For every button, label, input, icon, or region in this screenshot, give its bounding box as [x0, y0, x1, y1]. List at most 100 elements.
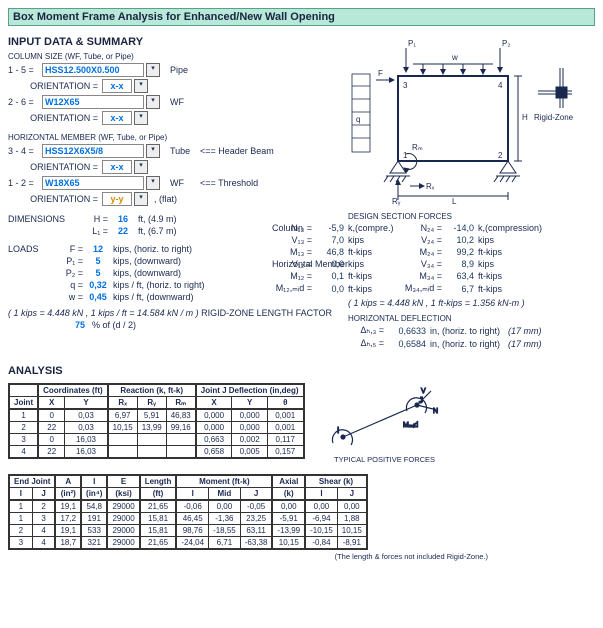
dsf-val: 0,0	[312, 284, 344, 294]
dropdown-icon[interactable]: ▾	[134, 111, 148, 125]
rz-unit: % of (d / 2)	[92, 320, 136, 330]
P1-unit: kips, (downward)	[113, 256, 181, 266]
svg-text:Rₘ: Rₘ	[412, 143, 423, 152]
h12-label: 1 - 2 =	[8, 178, 42, 188]
table-cell: 1	[9, 500, 32, 513]
table-cell: 15,81	[140, 525, 177, 537]
dsf-sym: M₂₄ =	[402, 247, 442, 257]
svg-text:Rₓ: Rₓ	[426, 182, 435, 191]
table-cell: -8,91	[337, 537, 367, 550]
table-cell: 63,11	[240, 525, 272, 537]
table-cell: 10,15	[108, 422, 138, 434]
c26-orient[interactable]: x-x	[102, 111, 132, 125]
table-cell: 29000	[107, 500, 139, 513]
table-cell: 0,00	[272, 500, 305, 513]
h12-orient[interactable]: y-y	[102, 192, 132, 206]
hd1-m: (17 mm)	[508, 326, 542, 336]
dropdown-icon[interactable]: ▾	[146, 95, 160, 109]
table-cell	[108, 434, 138, 446]
dsf-val: 46,8	[312, 247, 344, 257]
table-cell: 0,157	[267, 446, 303, 459]
P1-val: 5	[83, 256, 113, 266]
table-cell: 0,001	[267, 409, 303, 422]
dsf-sym: M₁₂,ₘᵢd =	[272, 283, 312, 294]
q-unit: kips / ft, (horiz. to right)	[113, 280, 205, 290]
c26-type: WF	[170, 97, 184, 107]
table-cell: 0,658	[196, 446, 232, 459]
dsf-val: 10,2	[442, 235, 474, 245]
c15-orient[interactable]: x-x	[102, 79, 132, 93]
dsf-unit: ft-kips	[348, 284, 402, 294]
table-cell: 4	[32, 525, 55, 537]
orient-label: ORIENTATION =	[8, 113, 102, 123]
svg-text:P₁: P₁	[408, 39, 416, 48]
hd1-v: 0,6633	[384, 326, 426, 336]
h12-flat: , (flat)	[154, 194, 177, 204]
svg-text:w: w	[451, 53, 458, 62]
H-val: 16	[108, 214, 138, 224]
h34-orient[interactable]: x-x	[102, 160, 132, 174]
positive-forces-diagram: V N Mₘᵢd I J	[325, 383, 445, 453]
table-cell: 0	[38, 409, 65, 422]
table-cell: 0,000	[196, 409, 232, 422]
table-cell: 22	[38, 422, 65, 434]
dropdown-icon[interactable]: ▾	[146, 176, 160, 190]
dsf-sym: M₃₄ =	[402, 271, 442, 281]
dsf-sym: M₁₃ =	[272, 247, 312, 257]
table-cell: 46,45	[176, 513, 208, 525]
table-cell	[137, 434, 166, 446]
table-cell: -24,04	[176, 537, 208, 550]
P2-label: P₂ =	[53, 268, 83, 278]
svg-text:L: L	[452, 197, 457, 206]
H-unit: ft, (4.9 m)	[138, 214, 177, 224]
dsf-sym: V₁₂ =	[272, 259, 312, 269]
table-cell: 98,76	[176, 525, 208, 537]
dsf-sym: M₁₂ =	[272, 271, 312, 281]
table-cell: 0,002	[232, 434, 268, 446]
table-cell: 533	[81, 525, 107, 537]
dsf-sym: V₁₃ =	[272, 235, 312, 245]
table-cell: 6,97	[108, 409, 138, 422]
dsf-sym: M₃₄,ₘᵢd =	[402, 283, 442, 294]
q-label: q =	[53, 280, 83, 290]
table-cell: 29000	[107, 537, 139, 550]
table-cell: 99,16	[166, 422, 196, 434]
dim-label: DIMENSIONS	[8, 214, 78, 224]
table-cell: -18,55	[209, 525, 241, 537]
hd2-v: 0,6584	[384, 339, 426, 349]
dropdown-icon[interactable]: ▾	[134, 79, 148, 93]
hd2-l: Δₕ,₅ =	[348, 338, 384, 349]
dsf-val: 0,1	[312, 271, 344, 281]
dropdown-icon[interactable]: ▾	[146, 144, 160, 158]
dsf-unit: ft-kips	[348, 247, 402, 257]
svg-text:Rigid-Zone: Rigid-Zone	[534, 113, 574, 122]
table-cell: 16,03	[65, 434, 108, 446]
F-val: 12	[83, 244, 113, 254]
h12-input[interactable]: W18X65	[42, 176, 144, 190]
q-val: 0,32	[83, 280, 113, 290]
frame-diagram: 3 4 1 2 P₁ P₂ w F q H L Rᵧ Rₓ Rₘ Rigid-Z…	[348, 36, 578, 208]
P2-val: 5	[83, 268, 113, 278]
dropdown-icon[interactable]: ▾	[146, 63, 160, 77]
svg-text:4: 4	[498, 81, 503, 90]
w-unit: kips / ft, (downward)	[113, 292, 194, 302]
c15-input[interactable]: HSS12.500X0.500	[42, 63, 144, 77]
table-cell: -0,05	[240, 500, 272, 513]
F-label: F =	[53, 244, 83, 254]
dropdown-icon[interactable]: ▾	[134, 160, 148, 174]
dsf-val: -5,9	[312, 223, 344, 233]
dropdown-icon[interactable]: ▾	[134, 192, 148, 206]
fig-caption: TYPICAL POSITIVE FORCES	[325, 455, 445, 464]
rz-val: 75	[68, 320, 92, 330]
hd1-l: Δₕ,₃ =	[348, 325, 384, 336]
F-unit: kips, (horiz. to right)	[113, 244, 192, 254]
table-cell: 321	[81, 537, 107, 550]
c26-input[interactable]: W12X65	[42, 95, 144, 109]
table-cell: 17,2	[55, 513, 81, 525]
t2-note: (The length & forces not included Rigid-…	[8, 552, 488, 561]
c15-type: Pipe	[170, 65, 188, 75]
svg-text:P₂: P₂	[502, 39, 510, 48]
table-cell: 2	[9, 525, 32, 537]
rz-label: RIGID-ZONE LENGTH FACTOR	[201, 308, 332, 318]
h34-input[interactable]: HSS12X6X5/8	[42, 144, 144, 158]
